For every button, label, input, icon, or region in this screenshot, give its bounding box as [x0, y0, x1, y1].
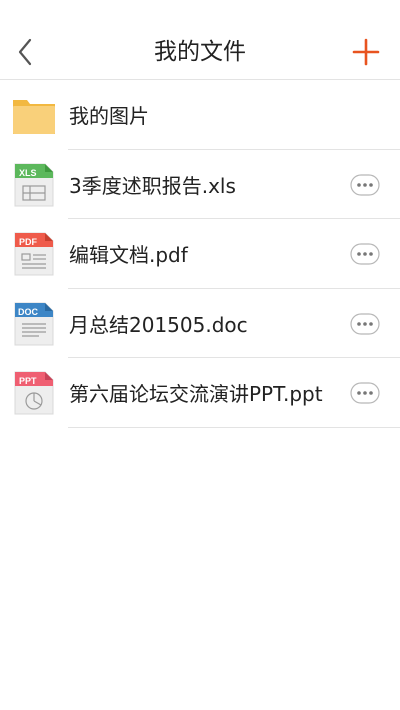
add-file-button[interactable]	[350, 36, 382, 68]
more-button[interactable]	[350, 312, 380, 335]
more-icon	[350, 173, 380, 196]
svg-text:XLS: XLS	[19, 168, 37, 178]
plus-icon	[352, 38, 380, 66]
file-name: 第六届论坛交流演讲PPT.ppt	[69, 382, 323, 406]
svg-text:DOC: DOC	[18, 307, 39, 317]
file-name: 3季度述职报告.xls	[69, 173, 236, 198]
svg-text:PDF: PDF	[19, 237, 38, 247]
more-icon	[350, 243, 380, 265]
spreadsheet-icon: XLS	[14, 163, 54, 206]
more-button[interactable]	[350, 382, 380, 404]
file-name: 我的图片	[69, 104, 149, 128]
list-item-folder[interactable]: 我的图片	[0, 80, 400, 150]
document-icon: DOC	[14, 302, 54, 345]
header-bar: 我的文件	[0, 0, 400, 80]
more-button[interactable]	[350, 173, 380, 196]
pdf-icon: PDF	[14, 232, 54, 276]
page-title: 我的文件	[154, 39, 246, 65]
list-item-xls[interactable]: XLS 3季度述职报告.xls	[0, 150, 400, 219]
svg-text:PPT: PPT	[19, 376, 37, 386]
file-name: 月总结201505.doc	[69, 312, 248, 337]
more-icon	[350, 382, 380, 404]
presentation-icon: PPT	[14, 371, 54, 415]
file-name: 编辑文档.pdf	[69, 243, 188, 267]
file-list-screen: 我的文件 我的图片 XLS 3季度述职报告.xls PDF 编辑文档.pdf D…	[0, 0, 400, 710]
file-list: 我的图片 XLS 3季度述职报告.xls PDF 编辑文档.pdf DOC 月总…	[0, 80, 400, 428]
list-item-pdf[interactable]: PDF 编辑文档.pdf	[0, 219, 400, 289]
list-item-doc[interactable]: DOC 月总结201505.doc	[0, 289, 400, 358]
row-divider	[68, 426, 400, 428]
folder-icon	[13, 100, 55, 134]
more-button[interactable]	[350, 243, 380, 265]
list-item-ppt[interactable]: PPT 第六届论坛交流演讲PPT.ppt	[0, 358, 400, 428]
more-icon	[350, 312, 380, 335]
